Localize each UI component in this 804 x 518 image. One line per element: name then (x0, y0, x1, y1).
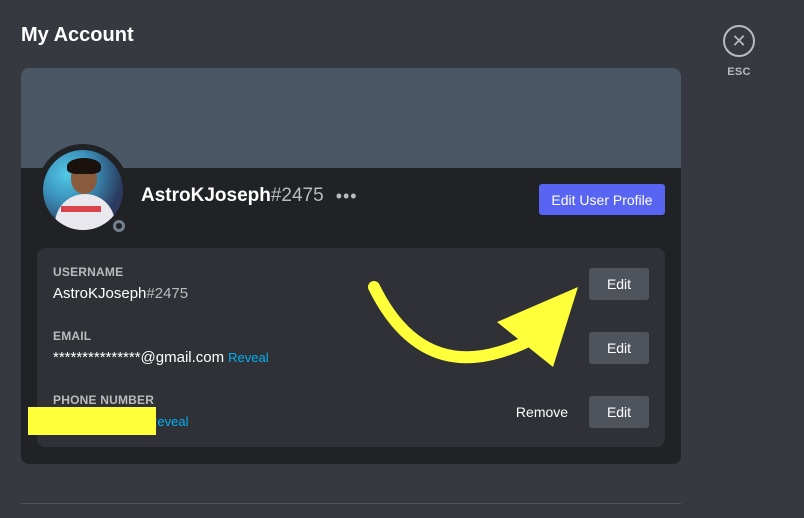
settings-page: My Account ✕ ESC AstroKJoseph #2475 ••• … (0, 0, 804, 518)
annotation-arrow-icon (368, 281, 578, 367)
section-divider (21, 503, 681, 504)
